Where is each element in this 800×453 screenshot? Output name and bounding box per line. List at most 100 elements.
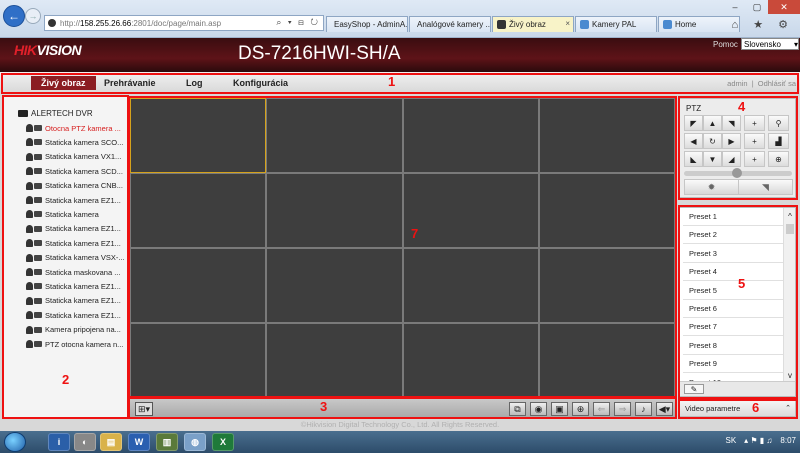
tray-icons[interactable]: ▴ ⚑ ▮ ♫ (744, 436, 772, 445)
layout-button[interactable]: ⊞▾ (135, 402, 153, 416)
menu-log[interactable]: Log (176, 76, 213, 90)
browser-tab[interactable]: Kamery PAL (575, 16, 657, 32)
video-cell[interactable] (130, 323, 267, 398)
video-cell[interactable] (538, 248, 675, 323)
camera-item[interactable]: Staticka kamera CNB... (26, 180, 123, 192)
video-cell[interactable] (402, 173, 539, 248)
video-cell[interactable] (402, 248, 539, 323)
close-window-button[interactable]: ✕ (768, 0, 800, 14)
taskbar-app-icon[interactable]: ◍ (184, 433, 206, 451)
menu-playback[interactable]: Prehrávanie (94, 76, 166, 90)
camera-item[interactable]: PTZ otocna kamera n... (26, 338, 123, 350)
ptz-speed-slider[interactable] (684, 168, 792, 178)
ptz-auto-button[interactable]: ↻ (703, 133, 722, 149)
microphone-button[interactable]: ♪ (635, 402, 652, 416)
taskbar-app-icon[interactable]: ◐ (74, 433, 96, 451)
taskbar-app-icon[interactable]: W (128, 433, 150, 451)
preset-item[interactable]: Preset 5 (683, 282, 783, 300)
preset-item[interactable]: Preset 8 (683, 337, 783, 355)
zoom-icon-button[interactable]: ⚲ (768, 115, 789, 131)
slider-knob[interactable] (732, 168, 742, 178)
camera-item[interactable]: Staticka maskovana ... (26, 266, 120, 278)
zoom-in-button[interactable]: + (744, 115, 765, 131)
wiper-button[interactable]: ◥ (738, 179, 793, 195)
video-cell[interactable] (266, 98, 403, 173)
start-button[interactable] (4, 432, 26, 452)
browser-tab[interactable]: Živý obraz × (492, 16, 574, 32)
preset-item[interactable]: Preset 4 (683, 263, 783, 282)
camera-item[interactable]: Staticka kamera EZ1... (26, 295, 121, 307)
focus-plus-button[interactable]: + (744, 133, 765, 149)
camera-item[interactable]: Staticka kamera VSX-... (26, 252, 125, 264)
preset-item[interactable]: Preset 3 (683, 245, 783, 263)
preset-item[interactable]: Preset 1 (683, 208, 783, 226)
volume-button[interactable]: ◀▾ (656, 402, 673, 416)
forward-button[interactable]: → (25, 8, 41, 24)
ptz-down-right-button[interactable]: ◢ (722, 151, 741, 167)
preset-scrollbar[interactable]: ^ v (783, 208, 795, 383)
browser-tab[interactable]: Analógové kamery ... (409, 16, 491, 32)
video-cell[interactable] (538, 98, 675, 173)
taskbar-app-icon[interactable]: ▤ (100, 433, 122, 451)
menu-configuration[interactable]: Konfigurácia (223, 76, 298, 90)
record-button[interactable]: ▣ (551, 402, 568, 416)
stop-all-button[interactable]: ⧉ (509, 402, 526, 416)
taskbar-app-icon[interactable]: i (48, 433, 70, 451)
video-cell[interactable] (266, 173, 403, 248)
video-cell[interactable] (538, 323, 675, 398)
camera-item[interactable]: Kamera pripojena na... (26, 324, 121, 336)
address-bar[interactable]: http://158.255.26.66:2801/doc/page/main.… (44, 15, 324, 31)
video-cell[interactable] (130, 248, 267, 323)
ptz-down-left-button[interactable]: ◣ (684, 151, 703, 167)
iris-plus-button[interactable]: + (744, 151, 765, 167)
logout-link[interactable]: Odhlásiť sa (758, 79, 796, 88)
back-button[interactable]: ← (3, 5, 25, 27)
camera-item[interactable]: Staticka kamera EZ1... (26, 223, 121, 235)
video-cell[interactable] (402, 98, 539, 173)
scroll-up-icon[interactable]: ^ (784, 210, 795, 222)
taskbar-app-icon[interactable]: X (212, 433, 234, 451)
close-tab-icon[interactable]: × (565, 19, 570, 28)
camera-item[interactable]: Staticka kamera VX1... (26, 151, 121, 163)
preset-item[interactable]: Preset 7 (683, 318, 783, 337)
call-preset-button[interactable]: ✎ (684, 384, 704, 394)
camera-item[interactable]: Staticka kamera EZ1... (26, 309, 121, 321)
camera-item[interactable]: Staticka kamera SCD... (26, 165, 123, 177)
digital-zoom-button[interactable]: ⊕ (572, 402, 589, 416)
video-cell[interactable] (538, 173, 675, 248)
camera-item[interactable]: Staticka kamera EZ1... (26, 280, 121, 292)
scroll-thumb[interactable] (786, 224, 794, 234)
browser-tab[interactable]: EasyShop - AdminA... (326, 16, 408, 32)
ptz-up-button[interactable]: ▲ (703, 115, 722, 131)
prev-page-button[interactable]: ⇐ (593, 402, 610, 416)
preset-item[interactable]: Preset 6 (683, 300, 783, 318)
camera-item[interactable]: Staticka kamera EZ1... (26, 237, 121, 249)
menu-live-view[interactable]: Živý obraz (31, 76, 96, 90)
help-link[interactable]: Pomoc (713, 40, 738, 49)
video-cell[interactable] (266, 323, 403, 398)
ptz-left-button[interactable]: ◀ (684, 133, 703, 149)
camera-item[interactable]: Staticka kamera SCO... (26, 136, 123, 148)
video-cell[interactable] (402, 323, 539, 398)
iris-icon-button[interactable]: ⊕ (768, 151, 789, 167)
language-select[interactable]: Slovensko ▾ (741, 38, 799, 50)
minimize-button[interactable]: – (724, 0, 746, 14)
camera-item[interactable]: Otocna PTZ kamera ... (26, 122, 121, 134)
taskbar-app-icon[interactable]: ▥ (156, 433, 178, 451)
browser-icons[interactable]: ⌂ ★ ⚙ (732, 18, 794, 31)
preset-item[interactable]: Preset 9 (683, 355, 783, 374)
preset-item[interactable]: Preset 2 (683, 226, 783, 245)
address-icons[interactable]: ⌕ ▾ ⊟ ↻ (276, 17, 320, 28)
video-params-toggle[interactable]: Video parametre ⌃ (679, 400, 796, 417)
maximize-button[interactable]: ▢ (746, 0, 768, 14)
focus-icon-button[interactable]: ▟ (768, 133, 789, 149)
video-cell[interactable] (266, 248, 403, 323)
browser-tab[interactable]: Home (658, 16, 740, 32)
next-page-button[interactable]: ⇒ (614, 402, 631, 416)
ptz-up-left-button[interactable]: ◤ (684, 115, 703, 131)
ptz-right-button[interactable]: ▶ (722, 133, 741, 149)
language-indicator[interactable]: SK (725, 436, 736, 445)
scroll-down-icon[interactable]: v (784, 369, 795, 381)
dvr-root[interactable]: ALERTECH DVR (18, 109, 93, 118)
video-cell[interactable] (130, 173, 267, 248)
